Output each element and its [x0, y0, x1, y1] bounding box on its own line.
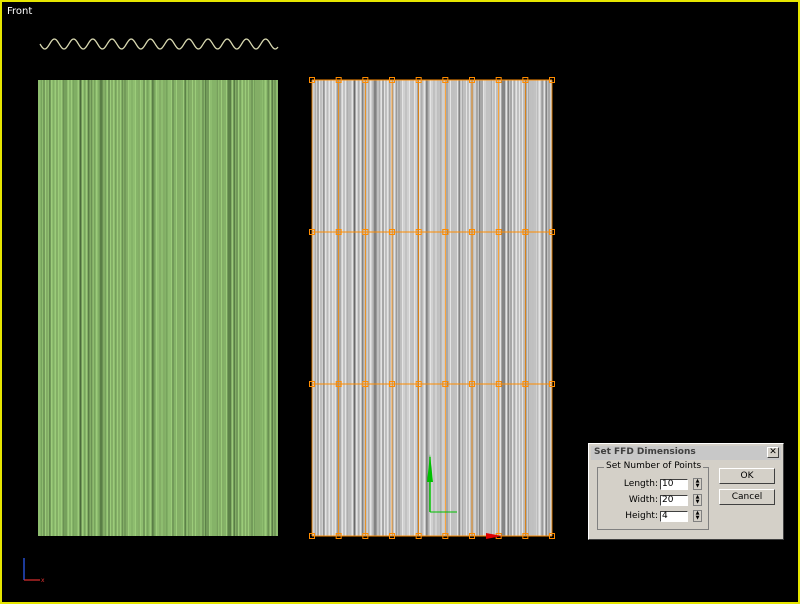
green-plane-mesh	[38, 80, 278, 536]
points-group: Set Number of Points Length: 10 ▲ ▼ Width…	[597, 461, 709, 530]
spin-down-icon: ▼	[695, 483, 700, 489]
ok-button[interactable]: OK	[719, 468, 775, 484]
axis-tripod-icon: x	[23, 558, 45, 584]
dialog-titlebar[interactable]: Set FFD Dimensions ✕	[591, 446, 781, 460]
wave-curve-icon	[39, 38, 279, 50]
height-label: Height:	[625, 511, 658, 521]
length-row: Length: 10 ▲ ▼	[623, 478, 702, 490]
length-spinner[interactable]: ▲ ▼	[693, 478, 702, 490]
width-input[interactable]: 20	[660, 494, 688, 506]
spin-down-icon: ▼	[695, 515, 700, 521]
close-icon: ✕	[769, 447, 777, 457]
height-input[interactable]: 4	[660, 510, 688, 522]
height-spinner[interactable]: ▲ ▼	[693, 510, 702, 522]
height-row: Height: 4 ▲ ▼	[625, 510, 702, 522]
length-label: Length:	[623, 479, 658, 489]
set-ffd-dimensions-dialog: Set FFD Dimensions ✕ Set Number of Point…	[588, 443, 784, 540]
white-plane-mesh	[312, 80, 552, 536]
dialog-title: Set FFD Dimensions	[594, 447, 696, 457]
svg-text:x: x	[41, 577, 45, 584]
width-spinner[interactable]: ▲ ▼	[693, 494, 702, 506]
close-button[interactable]: ✕	[767, 447, 779, 458]
length-input[interactable]: 10	[660, 478, 688, 490]
width-row: Width: 20 ▲ ▼	[628, 494, 702, 506]
front-viewport[interactable]: Front x Set FFD Dimensions ✕ Set Number …	[0, 0, 800, 604]
width-label: Width:	[628, 495, 658, 505]
group-title: Set Number of Points	[604, 461, 704, 471]
spin-down-icon: ▼	[695, 499, 700, 505]
cancel-button[interactable]: Cancel	[719, 489, 775, 505]
